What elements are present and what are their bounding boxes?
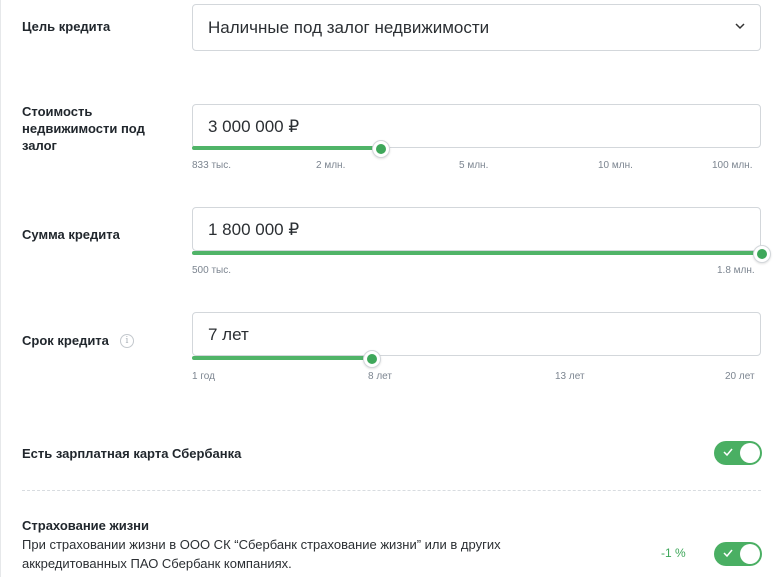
loan-term-slider-fill <box>192 356 372 360</box>
loan-term-slider-thumb[interactable] <box>363 350 381 368</box>
property-tick-3: 10 млн. <box>598 160 633 171</box>
loan-term-input[interactable]: 7 лет <box>192 312 761 356</box>
salary-card-toggle[interactable] <box>714 441 762 465</box>
life-insurance-description-line2: аккредитованных ПАО Сбербанк компаниях. <box>22 556 292 571</box>
loan-amount-slider-fill <box>192 251 760 255</box>
loan-term-tick-1: 8 лет <box>368 371 392 382</box>
chevron-down-icon <box>735 23 745 30</box>
purpose-select[interactable]: Наличные под залог недвижимости <box>192 4 761 51</box>
check-icon <box>723 448 733 457</box>
loan-term-label: Срок кредита <box>22 333 109 348</box>
toggle-knob <box>740 544 760 564</box>
property-tick-0: 833 тыс. <box>192 160 232 171</box>
property-value-amount: 3 000 000 ₽ <box>208 117 300 136</box>
property-value-label-line2: недвижимости под <box>22 121 145 136</box>
property-tick-2: 5 млн. <box>459 160 489 171</box>
life-insurance-toggle[interactable] <box>714 542 762 566</box>
property-tick-1: 2 млн. <box>316 160 346 171</box>
purpose-label: Цель кредита <box>22 19 111 34</box>
property-value-label: Стоимость недвижимости под залог <box>22 103 145 154</box>
purpose-value: Наличные под залог недвижимости <box>208 18 490 37</box>
info-icon[interactable]: i <box>120 334 134 348</box>
property-value-slider-fill <box>192 146 380 150</box>
life-insurance-discount: -1 % <box>661 546 686 560</box>
property-tick-4: 100 млн. <box>712 160 753 171</box>
salary-card-label: Есть зарплатная карта Сбербанка <box>22 446 242 461</box>
loan-amount-tick-0: 500 тыс. <box>192 265 232 276</box>
toggle-knob <box>740 443 760 463</box>
loan-term-tick-2: 13 лет <box>555 371 585 382</box>
loan-amount-input[interactable]: 1 800 000 ₽ <box>192 207 761 251</box>
loan-term-tick-3: 20 лет <box>725 371 755 382</box>
section-divider <box>22 490 761 491</box>
property-value-input[interactable]: 3 000 000 ₽ <box>192 104 761 148</box>
check-icon <box>723 549 733 558</box>
loan-calculator: Цель кредита Наличные под залог недвижим… <box>0 0 779 577</box>
loan-amount-slider-thumb[interactable] <box>753 245 771 263</box>
loan-amount-label: Сумма кредита <box>22 227 120 242</box>
property-value-label-line1: Стоимость <box>22 104 93 119</box>
loan-term-tick-0: 1 год <box>192 371 215 382</box>
life-insurance-description: При страховании жизни в ООО СК “Сбербанк… <box>22 535 582 573</box>
property-value-slider-thumb[interactable] <box>372 140 390 158</box>
loan-amount-tick-1: 1.8 млн. <box>717 265 755 276</box>
loan-amount-value: 1 800 000 ₽ <box>208 220 300 239</box>
life-insurance-label: Страхование жизни <box>22 518 150 533</box>
life-insurance-description-line1: При страховании жизни в ООО СК “Сбербанк… <box>22 537 501 552</box>
loan-term-value: 7 лет <box>208 325 249 344</box>
property-value-label-line3: залог <box>22 138 57 153</box>
